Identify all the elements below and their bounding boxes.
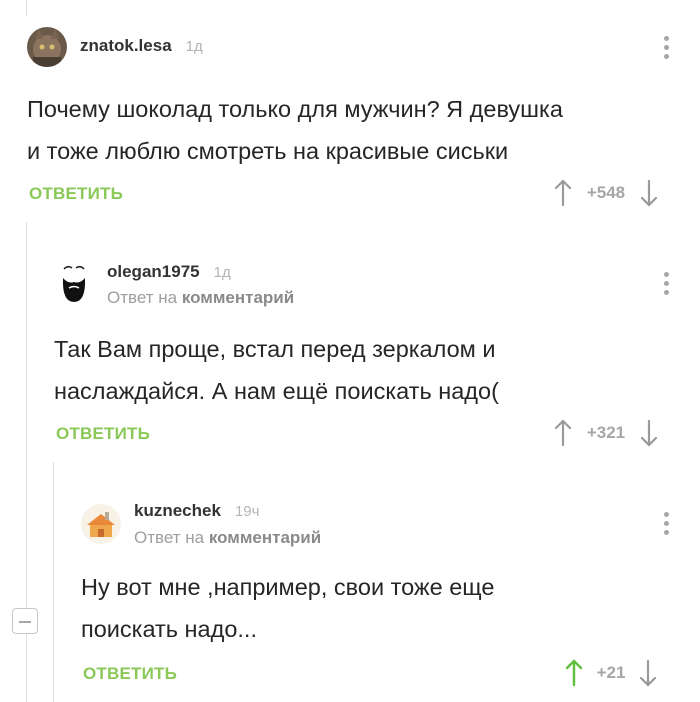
more-vertical-icon[interactable] [656, 270, 676, 300]
more-vertical-icon[interactable] [656, 510, 676, 540]
more-vertical-icon[interactable] [656, 34, 676, 64]
comment-text-line: Ну вот мне ,например, свои тоже еще [81, 574, 495, 600]
comment-text-line: и тоже люблю смотреть на красивые сиськи [27, 138, 509, 164]
comment-text-line: Почему шоколад только для мужчин? Я деву… [27, 96, 563, 122]
reply-button[interactable]: ОТВЕТИТЬ [83, 664, 177, 684]
username[interactable]: kuznechek [134, 501, 221, 521]
reply-to-link[interactable]: комментарий [182, 288, 294, 307]
reply-to-link[interactable]: комментарий [209, 528, 321, 547]
timestamp: 1д [213, 264, 231, 281]
timestamp: 19ч [234, 503, 260, 520]
comment-text-line: наслаждайся. А нам ещё поискать надо( [54, 378, 499, 404]
comment-text: Так Вам проще, встал перед зеркалом и на… [54, 328, 674, 412]
bearded-man-avatar-icon [54, 264, 94, 304]
score: +21 [596, 663, 626, 682]
minus-square-icon[interactable] [12, 608, 38, 634]
arrow-down-icon[interactable] [637, 178, 661, 208]
comment-text: Ну вот мне ,например, свои тоже еще поис… [81, 566, 671, 650]
comment-text: Почему шоколад только для мужчин? Я деву… [27, 88, 677, 172]
username[interactable]: znatok.lesa [80, 36, 172, 56]
comment-header: olegan1975 1д [107, 262, 231, 282]
vote-widget: +321 [551, 418, 661, 448]
reply-to-prefix: Ответ на [107, 288, 178, 307]
avatar[interactable] [54, 264, 94, 304]
arrow-up-icon[interactable] [562, 658, 586, 688]
score: +321 [586, 423, 626, 442]
reply-button[interactable]: ОТВЕТИТЬ [29, 184, 123, 204]
reply-to-line: Ответ на комментарий [134, 528, 321, 548]
comment-text-line: поискать надо... [81, 616, 257, 642]
avatar[interactable] [81, 504, 121, 544]
avatar[interactable] [27, 27, 67, 67]
vote-widget: +21 [562, 658, 660, 688]
arrow-down-icon[interactable] [637, 418, 661, 448]
reply-button[interactable]: ОТВЕТИТЬ [56, 424, 150, 444]
comment-header: kuznechek 19ч [134, 501, 259, 521]
reply-to-line: Ответ на комментарий [107, 288, 294, 308]
thread-line-level1 [26, 0, 27, 16]
vote-widget: +548 [551, 178, 661, 208]
arrow-down-icon[interactable] [636, 658, 660, 688]
score: +548 [586, 183, 626, 202]
comment-header: znatok.lesa 1д [80, 36, 203, 56]
arrow-up-icon[interactable] [551, 178, 575, 208]
house-avatar-icon [81, 504, 121, 544]
arrow-up-icon[interactable] [551, 418, 575, 448]
username[interactable]: olegan1975 [107, 262, 200, 282]
reply-to-prefix: Ответ на [134, 528, 205, 547]
thread-line-level2 [53, 462, 54, 702]
timestamp: 1д [185, 38, 203, 55]
comment-text-line: Так Вам проще, встал перед зеркалом и [54, 336, 496, 362]
cat-avatar-icon [27, 27, 67, 67]
